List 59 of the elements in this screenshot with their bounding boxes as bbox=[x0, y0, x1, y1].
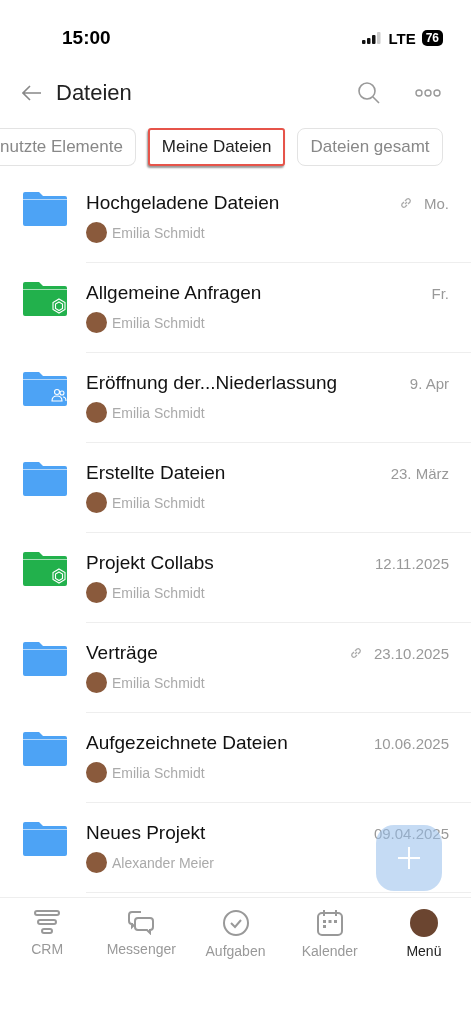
filter-chip[interactable]: Meine Dateien bbox=[147, 128, 286, 166]
avatar-icon bbox=[86, 852, 107, 873]
folder-name[interactable]: Neues Projekt bbox=[86, 822, 374, 844]
folder-name[interactable]: Projekt Collabs bbox=[86, 552, 376, 574]
checkmark-circle-icon bbox=[221, 909, 250, 937]
chat-icon bbox=[127, 909, 156, 935]
avatar-icon bbox=[86, 402, 107, 423]
avatar-icon bbox=[86, 582, 107, 603]
modified-date: 09.04.2025 bbox=[373, 824, 449, 842]
plus-icon bbox=[397, 846, 421, 870]
back-arrow-icon[interactable] bbox=[22, 85, 42, 101]
folder-icon bbox=[23, 550, 67, 586]
owner-name: Emilia Schmidt bbox=[112, 314, 205, 331]
owner-name: Emilia Schmidt bbox=[112, 404, 205, 421]
page-title: Dateien bbox=[56, 80, 133, 106]
owner-name: Emilia Schmidt bbox=[112, 764, 205, 781]
modified-date: Mo. bbox=[424, 194, 449, 212]
owner-name: Emilia Schmidt bbox=[112, 494, 205, 511]
folder-icon bbox=[23, 190, 67, 226]
folder-name[interactable]: Aufgezeichnete Dateien bbox=[86, 732, 374, 754]
filter-chip[interactable]: nutzte Elemente bbox=[0, 128, 136, 166]
funnel-icon bbox=[33, 909, 62, 935]
folder-icon bbox=[23, 370, 67, 406]
modified-date: 9. Apr bbox=[409, 374, 449, 392]
modified-date: 23. März bbox=[390, 464, 449, 482]
folder-name[interactable]: Allgemeine Anfragen bbox=[86, 282, 432, 304]
owner-name: Alexander Meier bbox=[112, 854, 214, 871]
link-icon bbox=[398, 195, 414, 211]
modified-date: 12.11.2025 bbox=[375, 554, 449, 572]
calendar-icon bbox=[315, 909, 344, 937]
owner-name: Emilia Schmidt bbox=[112, 224, 205, 241]
avatar-icon bbox=[409, 909, 438, 937]
signal-icon bbox=[362, 32, 383, 44]
folder-icon bbox=[23, 730, 67, 766]
tab-bar-item[interactable]: Menü bbox=[376, 908, 471, 960]
avatar-icon bbox=[86, 672, 107, 693]
more-icon[interactable] bbox=[415, 89, 441, 97]
network-label: LTE bbox=[388, 29, 416, 47]
filter-chip[interactable]: Dateien gesamt bbox=[297, 128, 443, 166]
search-icon[interactable] bbox=[357, 81, 381, 105]
modified-date: Fr. bbox=[431, 284, 449, 302]
avatar-icon bbox=[86, 492, 107, 513]
folder-name[interactable]: Eröffnung der...Niederlassung bbox=[86, 372, 410, 394]
owner-name: Emilia Schmidt bbox=[112, 674, 205, 691]
avatar-icon bbox=[86, 762, 107, 783]
folder-name[interactable]: Verträge bbox=[86, 642, 348, 664]
folder-name[interactable]: Erstellte Dateien bbox=[86, 462, 391, 484]
folder-icon bbox=[23, 820, 67, 856]
status-time: 15:00 bbox=[62, 27, 111, 49]
modified-date: 23.10.2025 bbox=[373, 644, 449, 662]
avatar-icon bbox=[86, 222, 107, 243]
folder-icon bbox=[23, 640, 67, 676]
owner-name: Emilia Schmidt bbox=[112, 584, 205, 601]
battery-level: 76 bbox=[421, 30, 443, 46]
folder-icon bbox=[23, 280, 67, 316]
folder-name[interactable]: Hochgeladene Dateien bbox=[86, 192, 398, 214]
modified-date: 10.06.2025 bbox=[373, 734, 449, 752]
avatar-icon bbox=[86, 312, 107, 333]
folder-icon bbox=[23, 460, 67, 496]
